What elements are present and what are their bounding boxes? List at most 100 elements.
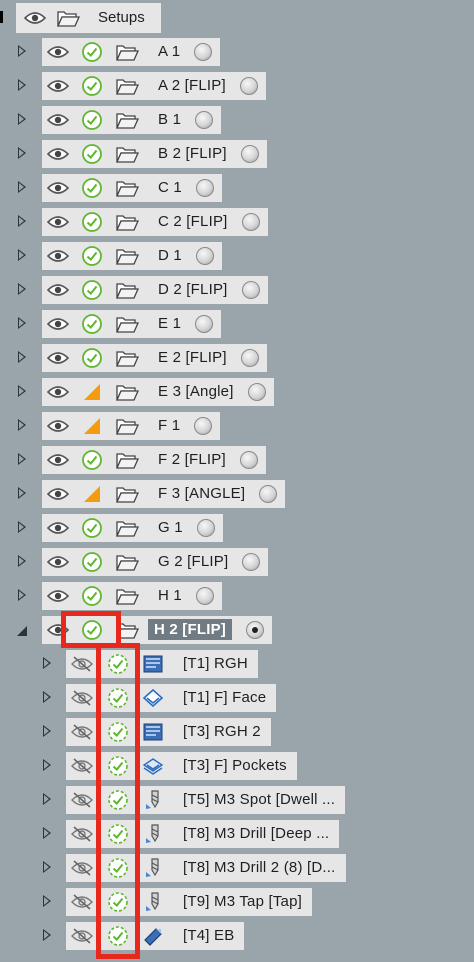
setup-row[interactable]: H 2 [FLIP] xyxy=(0,616,474,644)
eye-icon[interactable] xyxy=(46,622,70,638)
default-setup-radio[interactable] xyxy=(195,247,214,265)
expand-arrow-icon[interactable] xyxy=(18,283,26,295)
default-setup-radio[interactable] xyxy=(196,519,215,537)
expand-arrow-icon[interactable] xyxy=(18,555,26,567)
eye-hidden-icon[interactable] xyxy=(71,758,93,774)
expand-arrow-icon[interactable] xyxy=(18,79,26,91)
eye-hidden-icon[interactable] xyxy=(71,928,93,944)
setup-row[interactable]: F 2 [FLIP] xyxy=(0,446,474,474)
setup-row[interactable]: G 2 [FLIP] xyxy=(0,548,474,576)
expand-arrow-icon[interactable] xyxy=(18,589,26,601)
eye-hidden-icon[interactable] xyxy=(71,792,93,808)
setup-row[interactable]: F 1 xyxy=(0,412,474,440)
default-setup-radio[interactable] xyxy=(195,587,214,605)
eye-icon[interactable] xyxy=(46,520,70,536)
eye-icon[interactable] xyxy=(46,282,70,298)
operation-row[interactable]: [T8] M3 Drill [Deep ... xyxy=(0,820,474,848)
eye-icon[interactable] xyxy=(46,180,70,196)
expand-arrow-icon[interactable] xyxy=(18,419,26,431)
default-setup-radio[interactable] xyxy=(239,451,258,469)
setup-row[interactable]: E 3 [Angle] xyxy=(0,378,474,406)
operation-row[interactable]: [T8] M3 Drill 2 (8) [D... xyxy=(0,854,474,882)
setup-row[interactable]: H 1 xyxy=(0,582,474,610)
expand-arrow-icon[interactable] xyxy=(18,487,26,499)
expand-arrow-icon[interactable] xyxy=(18,215,26,227)
expand-arrow-icon[interactable] xyxy=(43,759,51,771)
eye-icon[interactable] xyxy=(46,384,70,400)
expand-arrow-icon[interactable] xyxy=(43,657,51,669)
expand-arrow-icon[interactable] xyxy=(18,351,26,363)
eye-icon[interactable] xyxy=(46,486,70,502)
setup-row[interactable]: D 2 [FLIP] xyxy=(0,276,474,304)
eye-icon[interactable] xyxy=(46,418,70,434)
default-setup-radio[interactable] xyxy=(241,281,260,299)
default-setup-radio[interactable] xyxy=(239,77,258,95)
default-setup-radio[interactable] xyxy=(246,621,264,639)
eye-icon[interactable] xyxy=(46,146,70,162)
eye-icon[interactable] xyxy=(46,214,70,230)
operation-row[interactable]: [T4] EB xyxy=(0,922,474,950)
default-setup-radio[interactable] xyxy=(241,213,260,231)
operation-row[interactable]: [T3] RGH 2 xyxy=(0,718,474,746)
eye-hidden-icon[interactable] xyxy=(71,860,93,876)
setup-row[interactable]: E 2 [FLIP] xyxy=(0,344,474,372)
operation-row[interactable]: [T3] F] Pockets xyxy=(0,752,474,780)
setup-row[interactable]: A 2 [FLIP] xyxy=(0,72,474,100)
drill-icon xyxy=(142,892,164,912)
setup-row[interactable]: E 1 xyxy=(0,310,474,338)
expand-arrow-icon[interactable] xyxy=(43,895,51,907)
eye-icon[interactable] xyxy=(46,44,70,60)
default-setup-radio[interactable] xyxy=(247,383,266,401)
setup-row[interactable]: F 3 [ANGLE] xyxy=(0,480,474,508)
expand-arrow-icon[interactable] xyxy=(18,45,26,57)
eye-icon[interactable] xyxy=(46,112,70,128)
eye-icon[interactable] xyxy=(46,248,70,264)
default-setup-radio[interactable] xyxy=(195,179,214,197)
eye-icon[interactable] xyxy=(46,316,70,332)
operation-row[interactable]: [T1] RGH xyxy=(0,650,474,678)
operation-label: [T1] RGH xyxy=(183,655,248,672)
operation-row[interactable]: [T9] M3 Tap [Tap] xyxy=(0,888,474,916)
operation-label: [T5] M3 Spot [Dwell ... xyxy=(183,791,336,808)
expand-arrow-icon[interactable] xyxy=(18,249,26,261)
default-setup-radio[interactable] xyxy=(240,349,259,367)
expand-arrow-icon[interactable] xyxy=(18,113,26,125)
eye-hidden-icon[interactable] xyxy=(71,656,93,672)
eye-hidden-icon[interactable] xyxy=(71,894,93,910)
eye-icon[interactable] xyxy=(46,350,70,366)
eye-hidden-icon[interactable] xyxy=(71,724,93,740)
setup-row[interactable]: B 2 [FLIP] xyxy=(0,140,474,168)
eye-hidden-icon[interactable] xyxy=(71,826,93,842)
expand-arrow-icon[interactable] xyxy=(18,385,26,397)
setup-row[interactable]: C 2 [FLIP] xyxy=(0,208,474,236)
eye-icon[interactable] xyxy=(46,452,70,468)
default-setup-radio[interactable] xyxy=(195,111,214,129)
expand-arrow-icon[interactable] xyxy=(43,827,51,839)
expand-arrow-icon[interactable] xyxy=(43,725,51,737)
expand-arrow-icon[interactable] xyxy=(18,521,26,533)
operation-row[interactable]: [T5] M3 Spot [Dwell ... xyxy=(0,786,474,814)
eye-hidden-icon[interactable] xyxy=(71,690,93,706)
default-setup-radio[interactable] xyxy=(240,145,259,163)
expand-arrow-icon[interactable] xyxy=(18,147,26,159)
default-setup-radio[interactable] xyxy=(195,315,214,333)
eye-icon[interactable] xyxy=(46,588,70,604)
folder-icon xyxy=(115,348,140,368)
collapse-arrow-icon[interactable] xyxy=(17,626,27,636)
expand-arrow-icon[interactable] xyxy=(18,181,26,193)
expand-arrow-icon[interactable] xyxy=(43,861,51,873)
eye-icon[interactable] xyxy=(46,78,70,94)
setup-row[interactable]: C 1 xyxy=(0,174,474,202)
setup-row[interactable]: B 1 xyxy=(0,106,474,134)
setup-row[interactable]: A 1 xyxy=(0,38,474,66)
expand-arrow-icon[interactable] xyxy=(43,691,51,703)
setup-row[interactable]: G 1 xyxy=(0,514,474,542)
setup-row[interactable]: D 1 xyxy=(0,242,474,270)
expand-arrow-icon[interactable] xyxy=(18,317,26,329)
expand-arrow-icon[interactable] xyxy=(43,793,51,805)
eye-icon[interactable] xyxy=(46,554,70,570)
operation-row[interactable]: [T1] F] Face xyxy=(0,684,474,712)
expand-arrow-icon[interactable] xyxy=(43,929,51,941)
eye-icon[interactable] xyxy=(24,10,46,26)
expand-arrow-icon[interactable] xyxy=(18,453,26,465)
